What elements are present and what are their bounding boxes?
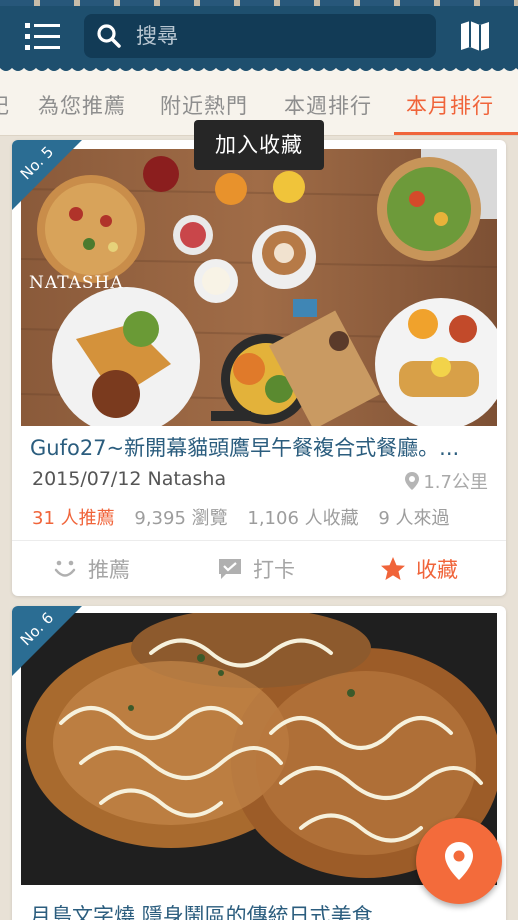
article-photo[interactable]: NATASHA: [21, 149, 497, 426]
tab-monthly-ranking[interactable]: 本月排行: [406, 90, 494, 120]
rank-ribbon: No. 6: [12, 606, 82, 676]
recommend-count: 31 人推薦: [32, 508, 115, 529]
search-box[interactable]: [84, 14, 436, 58]
article-title[interactable]: 月島文字燒 隱身鬧區的傳統日式美食: [30, 900, 490, 920]
article-card[interactable]: NATASHA No. 5 Gufo27~新開幕貓頭鷹早午餐複合式餐廳。... …: [12, 140, 506, 596]
checkin-icon: [219, 559, 241, 579]
article-stats: 31 人推薦 9,395 瀏覽 1,106 人收藏 9 人來過: [32, 504, 464, 530]
active-tab-indicator: [394, 132, 518, 135]
checkin-button[interactable]: 打卡: [217, 541, 295, 596]
list-menu-icon: [25, 23, 60, 50]
favorite-count: 1,106 人收藏: [247, 508, 359, 529]
view-count: 9,395 瀏覽: [134, 508, 228, 529]
article-title[interactable]: Gufo27~新開幕貓頭鷹早午餐複合式餐廳。...: [30, 432, 490, 462]
photo-watermark: NATASHA: [29, 273, 124, 293]
tab-partial[interactable]: 記: [0, 90, 10, 120]
menu-button[interactable]: [22, 20, 62, 54]
tooltip: 加入收藏: [194, 120, 324, 170]
checkin-label: 打卡: [253, 558, 295, 582]
location-pin-icon: [445, 842, 473, 880]
tab-recommended[interactable]: 為您推薦: [38, 90, 126, 120]
distance: 1.7公里: [405, 468, 488, 494]
recommend-label: 推薦: [88, 558, 130, 582]
search-input[interactable]: [136, 14, 426, 58]
tab-weekly-ranking[interactable]: 本週排行: [284, 90, 372, 120]
smiley-icon: [54, 560, 76, 577]
location-fab-button[interactable]: [416, 818, 502, 904]
star-icon: [381, 557, 405, 580]
tab-nearby-hot[interactable]: 附近熱門: [160, 90, 248, 120]
brunch-photo-image: NATASHA: [21, 149, 497, 426]
map-button[interactable]: [456, 18, 494, 54]
map-icon: [461, 21, 489, 51]
card-actions: 推薦 打卡 收藏: [12, 540, 506, 596]
header-stripe: [0, 0, 518, 6]
visited-count: 9 人來過: [378, 508, 450, 529]
recommend-button[interactable]: 推薦: [52, 541, 130, 596]
location-pin-icon: [405, 472, 420, 490]
article-date-author: 2015/07/12 Natasha: [32, 468, 227, 490]
top-bar: [0, 0, 518, 74]
search-icon: [97, 24, 121, 48]
favorite-button[interactable]: 收藏: [380, 541, 458, 596]
scallop-edge: [0, 62, 518, 74]
rank-ribbon: No. 5: [12, 140, 82, 210]
favorite-label: 收藏: [416, 558, 458, 582]
distance-value: 1.7公里: [423, 472, 488, 493]
